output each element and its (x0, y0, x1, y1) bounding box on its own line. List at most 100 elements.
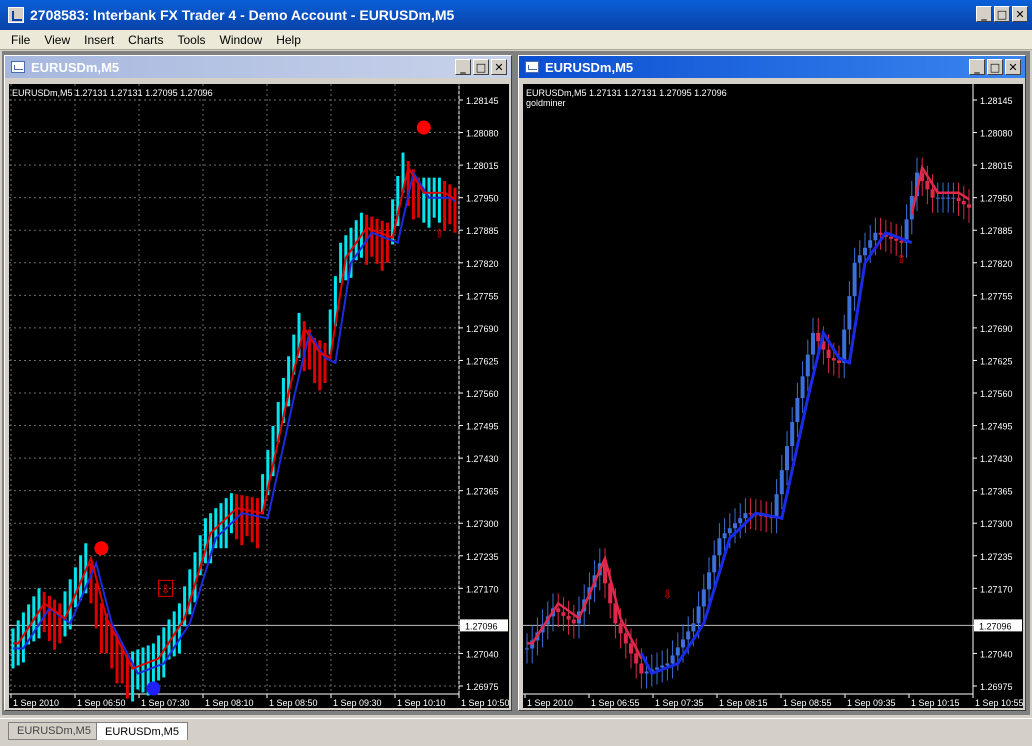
candle-body (805, 354, 810, 377)
chart-maximize-button[interactable]: □ (987, 59, 1003, 75)
current-price-label: 1.27096 (465, 621, 498, 631)
candle-body (556, 608, 561, 613)
price-chart-right[interactable]: 1.28145 1.28080 1.28015 1.27950 1.27885 1.278… (523, 84, 1023, 708)
price-label: 1.28080 (466, 129, 499, 139)
app-icon (8, 7, 24, 23)
candle-body (826, 349, 831, 358)
candle-body (660, 665, 665, 668)
candle-body (831, 357, 836, 361)
current-price-label: 1.27096 (979, 621, 1012, 631)
app-close-button[interactable]: ✕ (1012, 6, 1028, 22)
candle-body (712, 555, 717, 573)
app-maximize-button[interactable]: □ (994, 6, 1010, 22)
signal-dot-red (94, 541, 109, 556)
time-label: 1 Sep 08:50 (269, 698, 318, 708)
candle-body (655, 667, 659, 670)
candle-body (701, 589, 706, 607)
arrow-down-icon: ⇩ (662, 587, 672, 601)
price-label: 1.27430 (980, 454, 1013, 464)
price-label: 1.27300 (466, 519, 499, 529)
menu-bar: File View Insert Charts Tools Window Hel… (0, 30, 1032, 50)
candle-body (634, 653, 639, 664)
price-label: 1.27235 (980, 552, 1013, 562)
time-label: 1 Sep 09:35 (847, 698, 896, 708)
app-title: 2708583: Interbank FX Trader 4 - Demo Ac… (30, 7, 455, 23)
candle-body (956, 197, 961, 202)
chart-close-button[interactable]: ✕ (1005, 59, 1021, 75)
price-label: 1.27560 (466, 389, 499, 399)
menu-tools[interactable]: Tools (171, 33, 213, 47)
menu-insert[interactable]: Insert (77, 33, 121, 47)
candle-body (733, 523, 737, 529)
chart-info-text: EURUSDm,M5 1.27131 1.27131 1.27095 1.270… (526, 88, 727, 98)
candle-body (961, 201, 966, 205)
menu-charts[interactable]: Charts (121, 33, 170, 47)
menu-file[interactable]: File (4, 33, 37, 47)
candle-body (748, 513, 753, 515)
price-label: 1.27170 (980, 584, 1013, 594)
price-label: 1.27170 (466, 584, 499, 594)
candle-body (816, 332, 821, 342)
candle-body (946, 197, 951, 199)
chart-minimize-button[interactable]: _ (455, 59, 471, 75)
time-label: 1 Sep 2010 (13, 698, 59, 708)
candle-body (623, 633, 628, 644)
candle-body (665, 663, 670, 666)
chart-tab-active[interactable]: EURUSDm,M5 (96, 722, 188, 740)
candle-body (951, 197, 956, 199)
price-label: 1.27820 (466, 259, 499, 269)
menu-help[interactable]: Help (269, 33, 308, 47)
candle-body (941, 197, 945, 199)
mdi-workspace: EURUSDm,M5 _ □ ✕ 1.28145 1.28080 1.28015 1.… (2, 51, 1030, 715)
price-label: 1.27560 (980, 389, 1013, 399)
candle-body (837, 360, 841, 363)
price-chart-left[interactable]: 1.28145 1.28080 1.28015 1.27950 1.27885 1.278… (9, 84, 509, 708)
time-label: 1 Sep 10:10 (397, 698, 446, 708)
chart-window-titlebar[interactable]: EURUSDm,M5 _ □ ✕ (5, 56, 511, 78)
price-label: 1.28015 (466, 161, 499, 171)
candle-body (722, 533, 727, 539)
time-label: 1 Sep 10:50 (461, 698, 509, 708)
candle-body (795, 398, 800, 423)
app-titlebar: 2708583: Interbank FX Trader 4 - Demo Ac… (0, 0, 1032, 30)
menu-window[interactable]: Window (213, 33, 270, 47)
candle-body (629, 643, 633, 654)
candle-body (774, 494, 779, 519)
candle-body (696, 606, 701, 624)
candle-body (618, 623, 623, 634)
chart-tab[interactable]: EURUSDm,M5 (8, 722, 100, 740)
arrow-up-icon: ⇧ (896, 252, 906, 266)
candle-body (707, 572, 711, 590)
menu-view[interactable]: View (37, 33, 77, 47)
candle-body (878, 232, 883, 235)
chart-window-title: EURUSDm,M5 (31, 59, 120, 75)
candle-body (686, 631, 691, 640)
price-label: 1.27430 (466, 454, 499, 464)
chart-close-button[interactable]: ✕ (491, 59, 507, 75)
price-label: 1.27950 (980, 194, 1013, 204)
candle-body (842, 329, 847, 363)
candle-body (847, 296, 852, 330)
candle-body (899, 240, 904, 243)
price-label: 1.27040 (980, 649, 1013, 659)
candle-body (785, 446, 789, 471)
chart-minimize-button[interactable]: _ (969, 59, 985, 75)
arrow-up-icon: ⇧ (434, 227, 444, 241)
app-minimize-button[interactable]: _ (976, 6, 992, 22)
price-label: 1.28015 (980, 161, 1013, 171)
signal-dot-blue (146, 681, 161, 696)
time-label: 1 Sep 07:35 (655, 698, 704, 708)
price-label: 1.26975 (466, 682, 499, 692)
time-label: 1 Sep 08:10 (205, 698, 254, 708)
chart-window-left[interactable]: EURUSDm,M5 _ □ ✕ 1.28145 1.28080 1.28015 1.… (4, 55, 512, 711)
chart-window-right[interactable]: EURUSDm,M5 _ □ ✕ 1.28145 1.28080 1.28015 1.… (518, 55, 1026, 711)
candle-body (779, 470, 784, 495)
candle-body (800, 376, 805, 399)
candle-body (566, 615, 571, 620)
time-label: 1 Sep 10:55 (975, 698, 1023, 708)
chart-maximize-button[interactable]: □ (473, 59, 489, 75)
price-label: 1.27950 (466, 194, 499, 204)
chart-icon (525, 61, 539, 73)
candle-body (743, 513, 748, 519)
chart-window-titlebar[interactable]: EURUSDm,M5 _ □ ✕ (519, 56, 1025, 78)
